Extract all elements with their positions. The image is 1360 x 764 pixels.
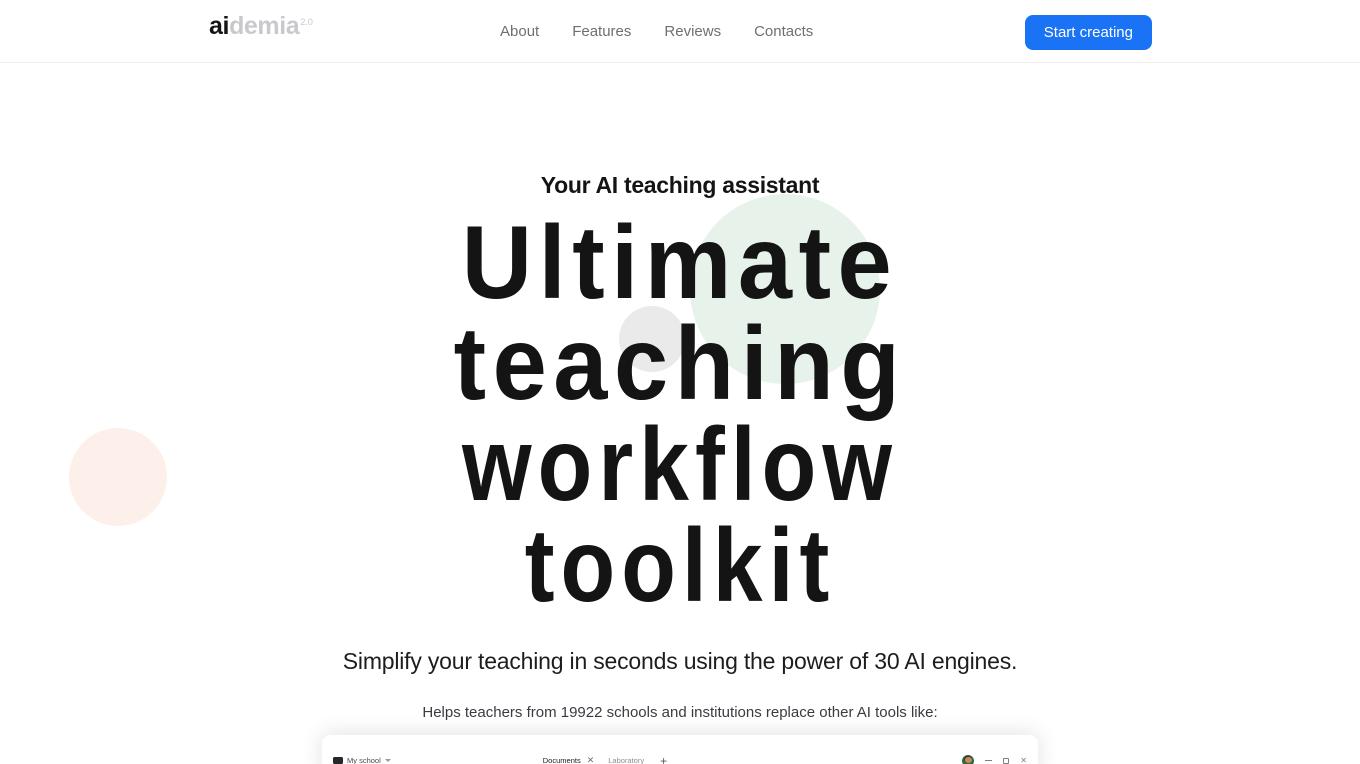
window-close-icon[interactable]: ✕	[1020, 756, 1027, 764]
nav-item-contacts[interactable]: Contacts	[754, 23, 813, 40]
logo-secondary: demia	[229, 12, 300, 40]
nav-item-about[interactable]: About	[500, 23, 539, 40]
hero-section: Your AI teaching assistant Ultimate teac…	[0, 172, 1360, 764]
tab-documents-label: Documents	[542, 756, 581, 764]
site-header: aidemia2.0 About Features Reviews Contac…	[0, 0, 1360, 63]
app-preview-window: My school Documents ✕ Laboratory + ✕	[322, 735, 1038, 764]
workspace-selector[interactable]: My school	[333, 756, 391, 764]
tab-laboratory[interactable]: Laboratory	[608, 756, 644, 764]
tab-documents[interactable]: Documents ✕	[543, 756, 594, 764]
hero-subtitle: Simplify your teaching in seconds using …	[342, 647, 1018, 674]
hero-eyebrow: Your AI teaching assistant	[540, 172, 820, 198]
nav-item-features[interactable]: Features	[572, 23, 631, 40]
chevron-down-icon	[384, 759, 391, 762]
tab-laboratory-label: Laboratory	[608, 756, 645, 764]
new-tab-icon[interactable]: +	[660, 755, 667, 764]
main-navigation: About Features Reviews Contacts	[500, 0, 813, 63]
monitor-icon	[333, 757, 343, 764]
window-controls: ✕	[962, 754, 1027, 764]
hero-headline-line-2: workflow toolkit	[462, 406, 898, 624]
tab-strip: Documents ✕ Laboratory +	[543, 755, 667, 764]
start-creating-button[interactable]: Start creating	[1024, 15, 1152, 50]
workspace-label: My school	[347, 756, 381, 764]
hero-headline: Ultimate teaching workflow toolkit	[0, 205, 1360, 624]
logo-primary: ai	[209, 12, 230, 40]
app-preview-titlebar: My school Documents ✕ Laboratory + ✕	[322, 749, 1038, 764]
hero-helper-text: Helps teachers from 19922 schools and in…	[422, 703, 938, 721]
minimize-icon[interactable]	[985, 760, 993, 761]
logo-version: 2.0	[300, 16, 313, 27]
logo[interactable]: aidemia2.0	[209, 14, 313, 39]
hero-headline-line-1: Ultimate teaching	[453, 205, 907, 422]
nav-item-reviews[interactable]: Reviews	[664, 23, 721, 40]
maximize-icon[interactable]	[1003, 757, 1010, 764]
avatar[interactable]	[962, 754, 975, 764]
close-icon[interactable]: ✕	[587, 756, 595, 764]
